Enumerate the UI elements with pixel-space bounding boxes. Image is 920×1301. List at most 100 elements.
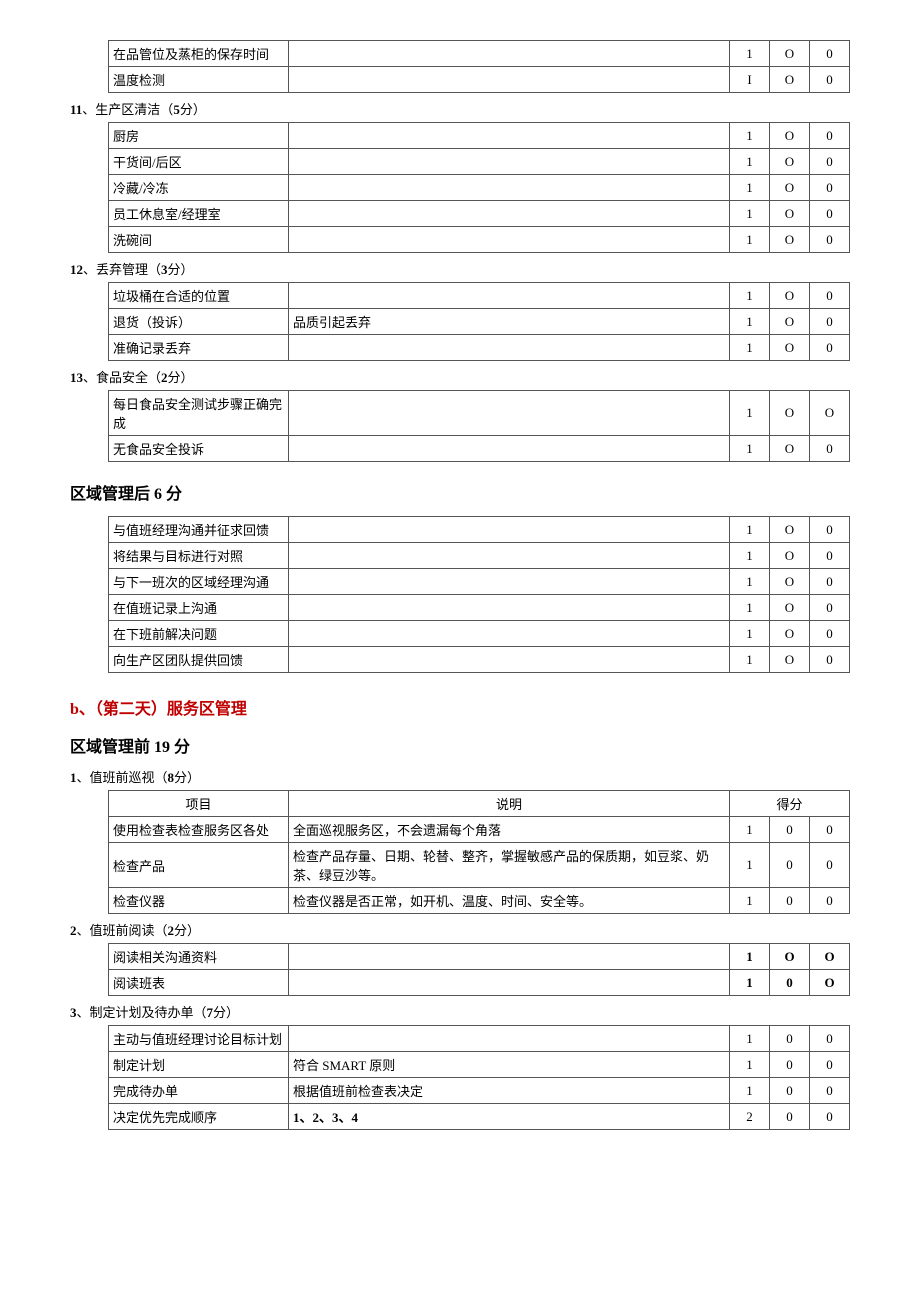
row-score-2: O — [770, 391, 810, 436]
section-11-label: 11、生产区清洁（5分） — [70, 99, 850, 118]
row-score-3: O — [810, 944, 850, 970]
row-score-3: 0 — [810, 595, 850, 621]
row-item: 阅读相关沟通资料 — [109, 944, 289, 970]
service-section-3-tail: 分） — [213, 1005, 239, 1020]
row-item: 垃圾桶在合适的位置 — [109, 283, 289, 309]
row-desc — [289, 595, 730, 621]
document-page: 在品管位及蒸柜的保存时间1O0温度检测IO0 11、生产区清洁（5分） 厨房1O… — [70, 0, 850, 1194]
row-desc: 全面巡视服务区，不会遗漏每个角落 — [289, 817, 730, 843]
table-row: 完成待办单根据值班前检查表决定100 — [109, 1078, 850, 1104]
row-score-1: 1 — [730, 149, 770, 175]
row-desc — [289, 970, 730, 996]
service-section-1-table-wrap: 项目 说明 得分 使用检查表检查服务区各处全面巡视服务区，不会遗漏每个角落100… — [108, 790, 850, 914]
row-score-1: 1 — [730, 817, 770, 843]
header-desc: 说明 — [289, 791, 730, 817]
table-row: 向生产区团队提供回馈1O0 — [109, 647, 850, 673]
table-row: 决定优先完成顺序1、2、3、4200 — [109, 1104, 850, 1130]
header-score: 得分 — [730, 791, 850, 817]
row-item: 干货间/后区 — [109, 149, 289, 175]
section-11-tail: 分） — [180, 102, 206, 117]
service-section-3-label: 3、制定计划及待办单（7分） — [70, 1002, 850, 1021]
table-row: 员工休息室/经理室1O0 — [109, 201, 850, 227]
section-12-label: 12、丢弃管理（3分） — [70, 259, 850, 278]
service-section-2-tail: 分） — [174, 923, 200, 938]
row-item: 制定计划 — [109, 1052, 289, 1078]
service-section-1-table: 项目 说明 得分 使用检查表检查服务区各处全面巡视服务区，不会遗漏每个角落100… — [108, 790, 850, 914]
row-score-1: 1 — [730, 595, 770, 621]
section-13-table-wrap: 每日食品安全测试步骤正确完成1OO无食品安全投诉1O0 — [108, 390, 850, 462]
row-score-1: 1 — [730, 647, 770, 673]
row-score-2: O — [770, 543, 810, 569]
after-table: 与值班经理沟通并征求回馈1O0将结果与目标进行对照1O0与下一班次的区域经理沟通… — [108, 516, 850, 673]
row-score-3: O — [810, 391, 850, 436]
row-desc — [289, 1026, 730, 1052]
section-12-tail: 分） — [168, 262, 194, 277]
row-score-1: 1 — [730, 888, 770, 914]
row-score-3: 0 — [810, 201, 850, 227]
top-table: 在品管位及蒸柜的保存时间1O0温度检测IO0 — [108, 40, 850, 93]
service-section-2-title: 、值班前阅读（ — [77, 923, 168, 938]
row-score-1: 1 — [730, 41, 770, 67]
row-score-2: 0 — [770, 888, 810, 914]
section-13-title: 、食品安全（ — [83, 370, 161, 385]
row-item: 与值班经理沟通并征求回馈 — [109, 517, 289, 543]
service-1-header-row: 项目 说明 得分 — [109, 791, 850, 817]
row-score-3: 0 — [810, 149, 850, 175]
row-score-2: O — [770, 41, 810, 67]
after-management-header: 区域管理后 6 分 — [70, 480, 850, 504]
row-desc — [289, 283, 730, 309]
row-item: 主动与值班经理讨论目标计划 — [109, 1026, 289, 1052]
row-score-3: 0 — [810, 888, 850, 914]
row-score-3: 0 — [810, 843, 850, 888]
section-11-title: 、生产区清洁（ — [82, 102, 173, 117]
row-score-3: 0 — [810, 335, 850, 361]
row-score-3: 0 — [810, 1104, 850, 1130]
row-item: 无食品安全投诉 — [109, 436, 289, 462]
row-desc — [289, 175, 730, 201]
row-score-1: 1 — [730, 391, 770, 436]
row-score-1: 1 — [730, 335, 770, 361]
row-item: 温度检测 — [109, 67, 289, 93]
row-desc — [289, 569, 730, 595]
row-score-1: 1 — [730, 621, 770, 647]
row-desc — [289, 391, 730, 436]
row-score-2: O — [770, 647, 810, 673]
row-score-3: 0 — [810, 1052, 850, 1078]
row-item: 检查仪器 — [109, 888, 289, 914]
table-row: 无食品安全投诉1O0 — [109, 436, 850, 462]
row-desc: 检查产品存量、日期、轮替、整齐，掌握敏感产品的保质期，如豆浆、奶茶、绿豆沙等。 — [289, 843, 730, 888]
row-item: 将结果与目标进行对照 — [109, 543, 289, 569]
table-row: 阅读相关沟通资料1OO — [109, 944, 850, 970]
service-section-3-title: 、制定计划及待办单（ — [77, 1005, 207, 1020]
row-desc — [289, 149, 730, 175]
row-item: 退货（投诉） — [109, 309, 289, 335]
row-desc: 符合 SMART 原则 — [289, 1052, 730, 1078]
section-11-num: 11 — [70, 102, 82, 117]
row-score-2: O — [770, 283, 810, 309]
row-desc — [289, 123, 730, 149]
table-row: 冷藏/冷冻1O0 — [109, 175, 850, 201]
section-12-title: 、丢弃管理（ — [83, 262, 161, 277]
table-row: 使用检查表检查服务区各处全面巡视服务区，不会遗漏每个角落100 — [109, 817, 850, 843]
row-score-3: 0 — [810, 647, 850, 673]
row-score-3: 0 — [810, 283, 850, 309]
row-score-2: O — [770, 149, 810, 175]
row-item: 冷藏/冷冻 — [109, 175, 289, 201]
row-desc — [289, 621, 730, 647]
row-score-2: O — [770, 67, 810, 93]
table-row: 每日食品安全测试步骤正确完成1OO — [109, 391, 850, 436]
table-row: 将结果与目标进行对照 1O0 — [109, 543, 850, 569]
section-13-table: 每日食品安全测试步骤正确完成1OO无食品安全投诉1O0 — [108, 390, 850, 462]
row-score-1: 1 — [730, 543, 770, 569]
row-score-2: 0 — [770, 817, 810, 843]
service-section-3-table-wrap: 主动与值班经理讨论目标计划100制定计划符合 SMART 原则100完成待办单根… — [108, 1025, 850, 1130]
row-score-3: 0 — [810, 543, 850, 569]
row-score-1: 1 — [730, 944, 770, 970]
row-score-1: I — [730, 67, 770, 93]
top-table-wrap: 在品管位及蒸柜的保存时间1O0温度检测IO0 — [108, 40, 850, 93]
row-score-1: 1 — [730, 283, 770, 309]
section-13-num: 13 — [70, 370, 83, 385]
table-row: 在下班前解决问题1O0 — [109, 621, 850, 647]
row-desc — [289, 67, 730, 93]
row-score-2: O — [770, 944, 810, 970]
